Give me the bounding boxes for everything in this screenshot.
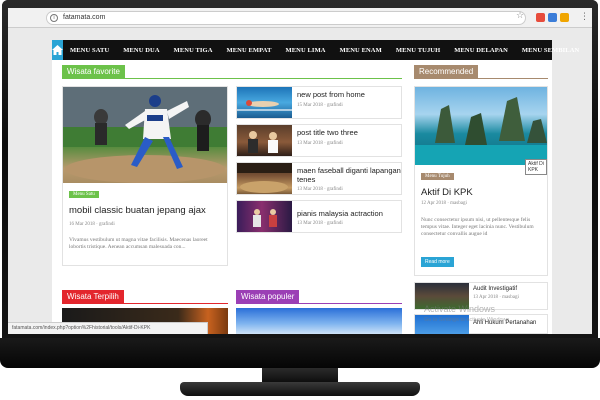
section-title-wisata-favorite: Wisata favorite	[62, 65, 125, 79]
recommended-post-meta: 12 Apr 2018 · masbagi	[421, 201, 467, 206]
recommended-post-image[interactable]	[415, 87, 547, 165]
home-button[interactable]	[52, 40, 63, 60]
recommended-post-excerpt: Nunc consectetur ipsum nisi, ut pellente…	[421, 217, 534, 237]
featured-post-image[interactable]	[63, 87, 227, 183]
nav-item-menu-delapan[interactable]: MENU DELAPAN	[447, 47, 515, 54]
web-page: MENU SATU MENU DUA MENU TIGA MENU EMPAT …	[8, 28, 592, 334]
recommended-post-title[interactable]: Aktif Di KPK	[421, 187, 473, 198]
nav-item-menu-tujuh[interactable]: MENU TUJUH	[389, 47, 447, 54]
nav-item-menu-tiga[interactable]: MENU TIGA	[167, 47, 220, 54]
browser-status-bar: fatamata.com/index.php?option%2Fhistoria…	[8, 322, 208, 334]
section-title-recommended: Recommended	[414, 65, 479, 79]
read-more-button[interactable]: Read more	[421, 257, 454, 267]
nav-item-menu-dua[interactable]: MENU DUA	[116, 47, 166, 54]
list-item[interactable]: maen faseball diganti lapangan tenes 13 …	[236, 162, 402, 195]
extension-icon[interactable]	[548, 13, 557, 22]
swimmer-figure	[237, 100, 292, 111]
featured-post-meta: 16 Mar 2018 · grafindi	[69, 222, 115, 227]
nav-item-menu-sembilan[interactable]: MENU SEMBILAN	[515, 47, 586, 54]
workers-figure	[248, 131, 278, 153]
wisata-populer-image[interactable]	[236, 308, 402, 334]
site-info-icon[interactable]: i	[50, 14, 58, 22]
category-tag[interactable]: Menu Satu	[69, 191, 99, 198]
home-icon	[52, 45, 63, 55]
list-item-title[interactable]: maen faseball diganti lapangan tenes	[297, 166, 401, 184]
list-item-thumbnail[interactable]	[237, 87, 292, 118]
list-item-title[interactable]: post title two three	[297, 128, 401, 137]
monitor-screen: fatamata.com i ☆ ⋮ MENU SATU MENU DUA ME…	[8, 8, 592, 334]
extension-icon[interactable]	[560, 13, 569, 22]
pianist-figure	[253, 209, 277, 227]
list-item-meta: 13 Mar 2018 · grafindi	[297, 221, 343, 226]
karst-islands-figure	[415, 97, 547, 165]
section-title-wisata-populer: Wisata populer	[236, 290, 300, 304]
list-item-title[interactable]: new post from home	[297, 90, 401, 99]
browser-menu-icon[interactable]: ⋮	[580, 12, 589, 22]
extension-icon[interactable]	[536, 13, 545, 22]
address-bar[interactable]: fatamata.com	[46, 11, 526, 25]
list-item[interactable]: new post from home 15 Mar 2018 · grafind…	[236, 86, 402, 119]
nav-item-menu-satu[interactable]: MENU SATU	[63, 47, 116, 54]
image-tooltip: Aktif Di KPK	[525, 159, 547, 175]
list-item-thumbnail[interactable]	[237, 125, 292, 156]
stadium-figure	[237, 163, 292, 193]
list-item[interactable]: pianis malaysia actraction 13 Mar 2018 ·…	[236, 200, 402, 233]
list-item-meta: 13 Mar 2018 · grafindi	[297, 187, 343, 192]
list-item-title[interactable]: Audit Investigatif	[473, 285, 547, 294]
section-divider	[62, 78, 402, 79]
baseball-player-figure	[63, 87, 227, 183]
activate-windows-watermark: Activate Windows	[424, 304, 496, 314]
nav-item-menu-enam[interactable]: MENU ENAM	[333, 47, 389, 54]
list-item-meta: 13 Apr 2018 · masbagi	[473, 295, 519, 300]
nav-item-menu-empat[interactable]: MENU EMPAT	[220, 47, 279, 54]
activate-windows-hint: Go to Settings to activate Windows.	[424, 317, 511, 323]
category-tag[interactable]: Menu Tujuh	[421, 173, 454, 180]
featured-post-excerpt: Vivamus vestibulum ut magna vitae facili…	[69, 237, 208, 250]
list-item[interactable]: post title two three 13 Mar 2018 · grafi…	[236, 124, 402, 157]
list-item-meta: 15 Mar 2018 · grafindi	[297, 103, 343, 108]
monitor-stand-base	[180, 382, 420, 396]
monitor-frame: fatamata.com i ☆ ⋮ MENU SATU MENU DUA ME…	[0, 0, 600, 400]
main-navigation: MENU SATU MENU DUA MENU TIGA MENU EMPAT …	[52, 40, 579, 60]
list-item-title[interactable]: pianis malaysia actraction	[297, 209, 401, 218]
monitor-chin	[0, 338, 600, 368]
section-divider	[236, 303, 402, 304]
browser-toolbar: fatamata.com i ☆ ⋮	[8, 8, 592, 28]
main-content: Wisata favorite Menu Satu mobil classic …	[52, 60, 552, 334]
featured-post-title[interactable]: mobil classic buatan jepang ajax	[69, 205, 227, 216]
list-item-meta: 13 Mar 2018 · grafindi	[297, 141, 343, 146]
recommended-post-card[interactable]: Aktif Di KPK Menu Tujuh Aktif Di KPK 12 …	[414, 86, 548, 276]
section-divider	[414, 78, 548, 79]
bookmark-star-icon[interactable]: ☆	[516, 11, 524, 21]
nav-item-menu-lima[interactable]: MENU LIMA	[279, 47, 333, 54]
section-divider	[62, 303, 228, 304]
list-item-thumbnail[interactable]	[237, 163, 292, 194]
list-item-thumbnail[interactable]	[237, 201, 292, 232]
featured-post-card[interactable]: Menu Satu mobil classic buatan jepang aj…	[62, 86, 228, 266]
section-title-wisata-terpilih: Wisata Terpilih	[62, 290, 124, 304]
